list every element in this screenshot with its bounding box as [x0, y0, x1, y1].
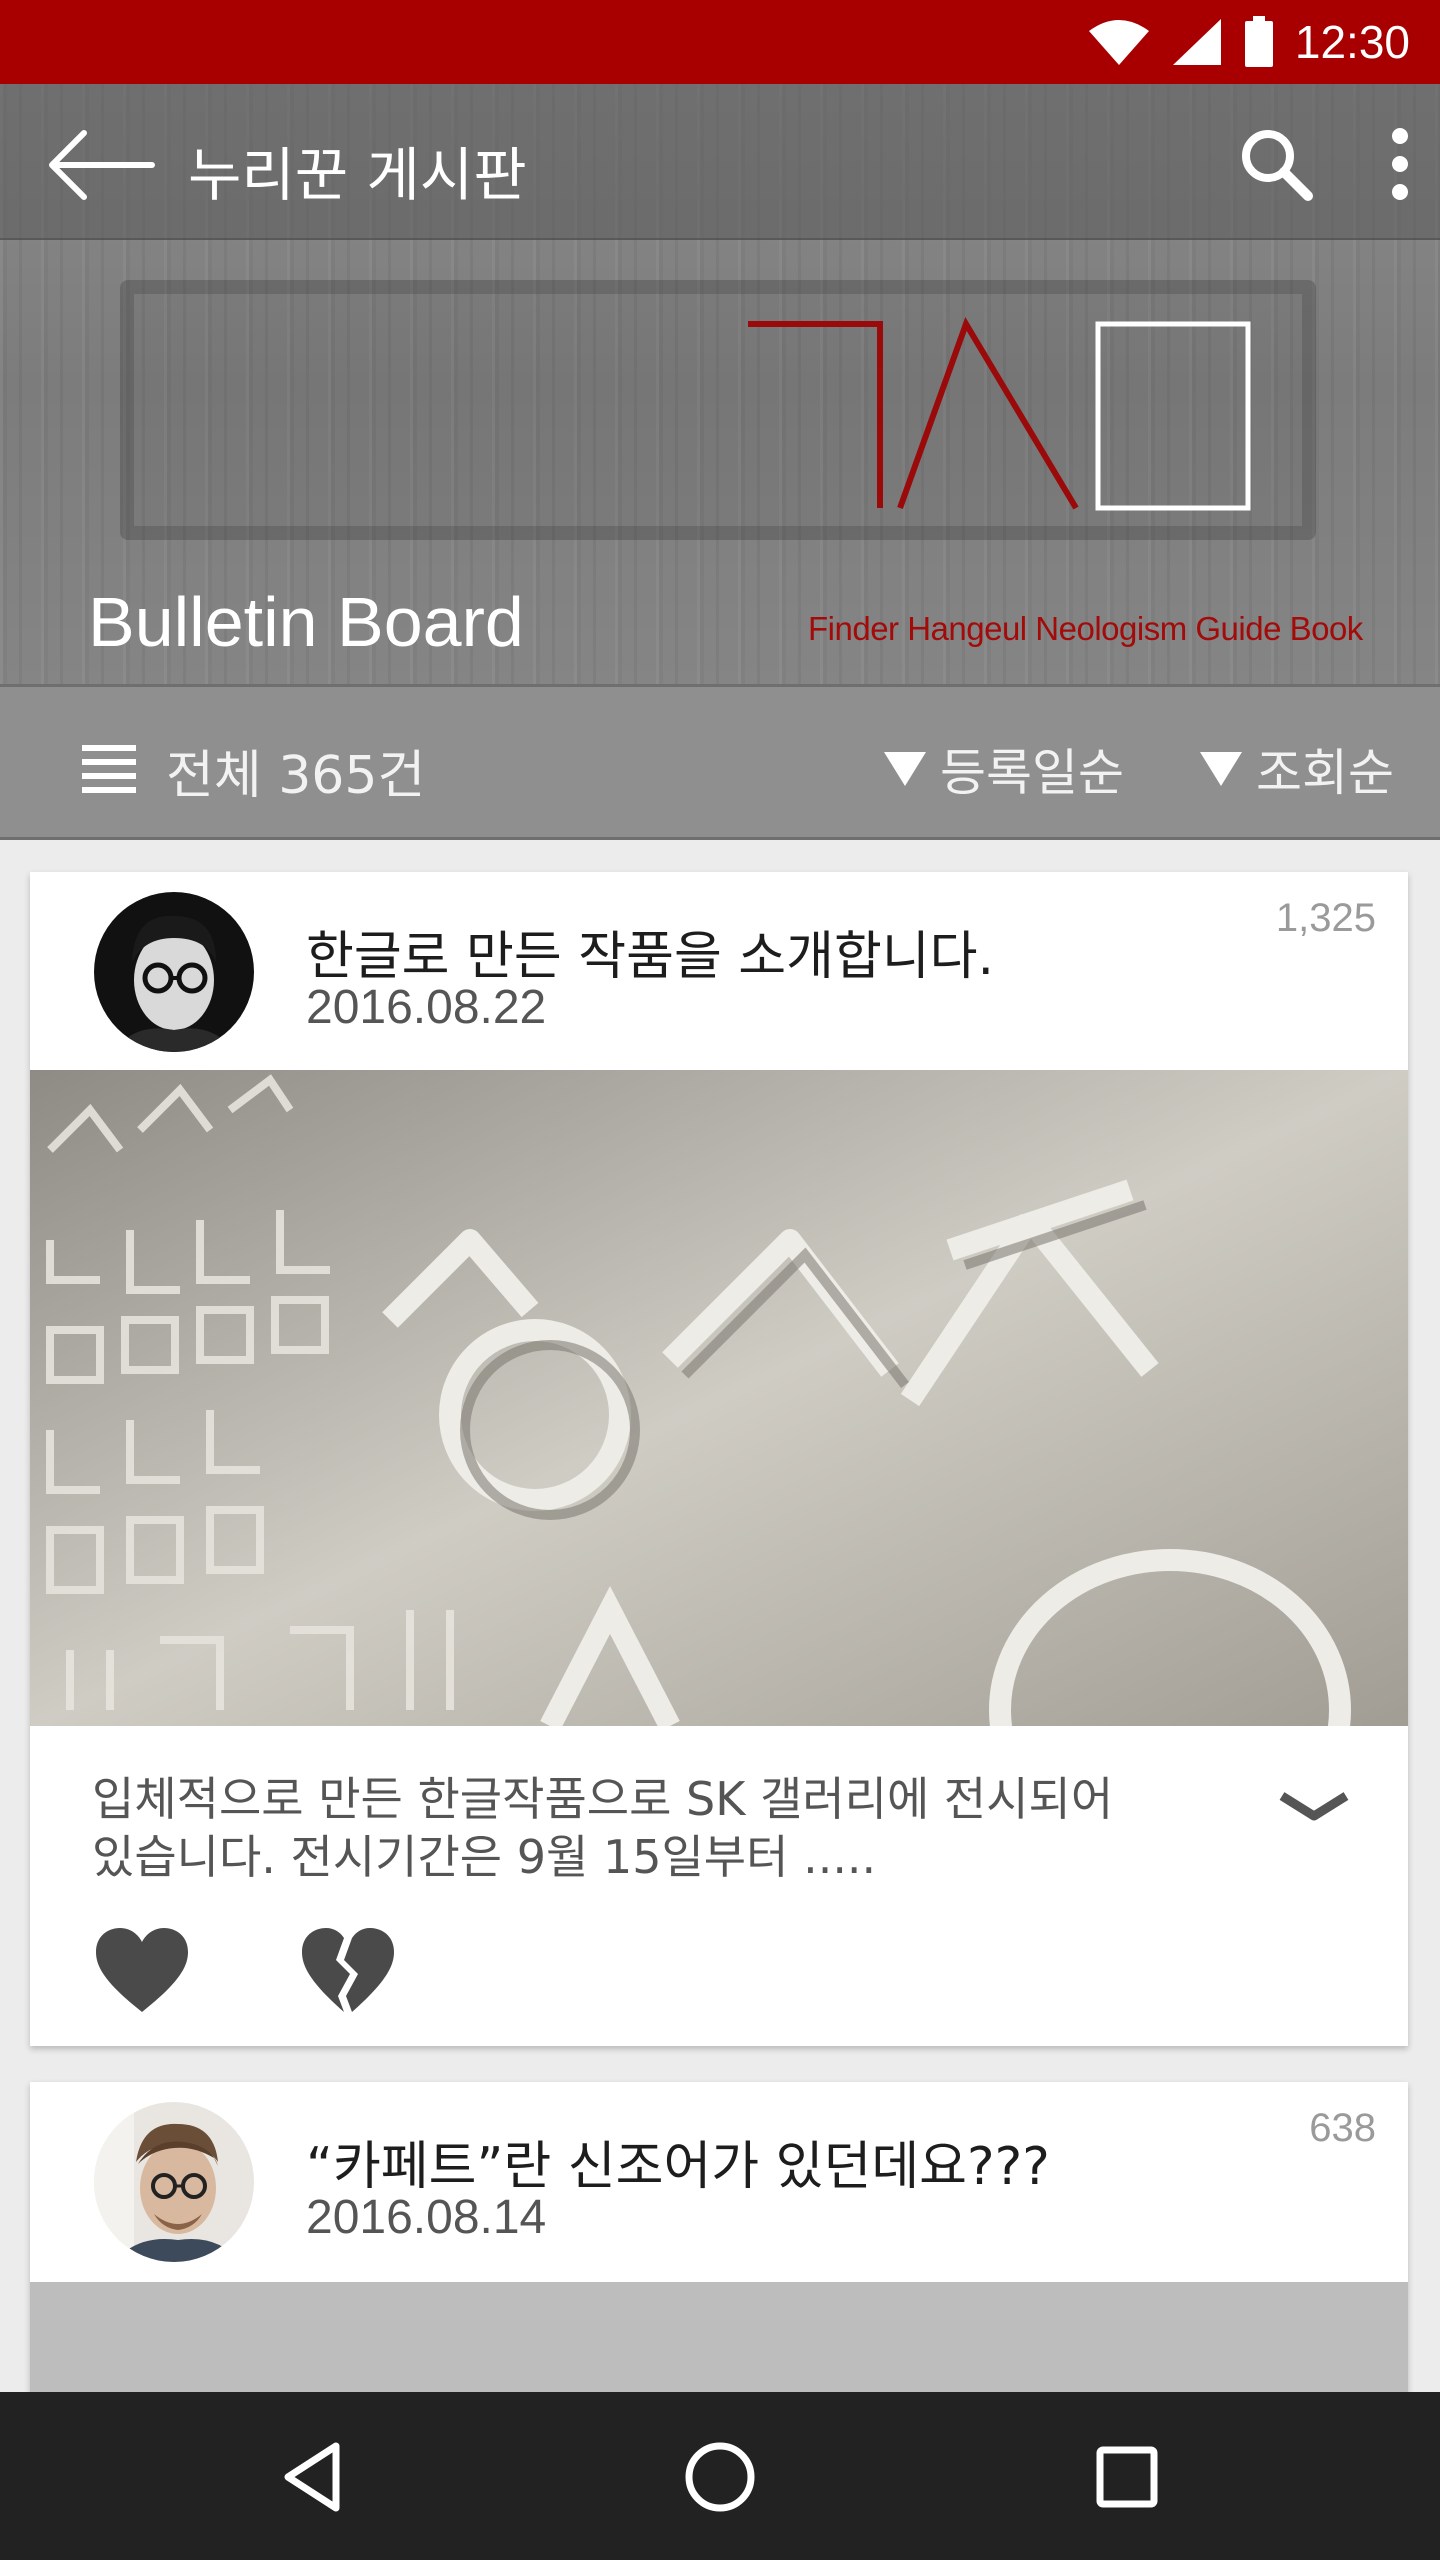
search-button[interactable] — [1236, 124, 1316, 204]
status-time: 12:30 — [1294, 16, 1410, 68]
list-icon[interactable] — [82, 743, 136, 793]
post-excerpt: 입체적으로 만든 한글작품으로 SK 갤러리에 전시되어 있습니다. 전시기간은… — [92, 1770, 1232, 1886]
back-triangle-icon — [284, 2442, 340, 2512]
avatar[interactable] — [94, 2102, 254, 2262]
nav-back-button[interactable] — [270, 2432, 360, 2522]
author-photo — [94, 2102, 254, 2262]
system-nav-bar — [0, 2392, 1440, 2560]
sort-by-views-label: 조회순 — [1256, 744, 1394, 802]
heart-icon — [96, 1928, 188, 2012]
expand-button[interactable] — [1274, 1782, 1354, 1832]
app-toolbar: 누리꾼 게시판 — [0, 84, 1440, 240]
nav-home-button[interactable] — [675, 2432, 765, 2522]
hangeul-logo-mark — [748, 317, 1251, 511]
status-bar: 12:30 — [0, 0, 1440, 84]
sort-by-date-label: 등록일순 — [940, 744, 1124, 802]
author-photo — [94, 892, 254, 1052]
signal-icon — [1172, 19, 1221, 65]
header-banner: 누리꾼 게시판 Bulletin Board Finder Hangeul Ne… — [0, 84, 1440, 684]
battery-icon — [1244, 16, 1273, 67]
home-circle-icon — [685, 2442, 755, 2512]
post-excerpt-line: 있습니다. 전시기간은 9월 15일부터 ..... — [92, 1830, 877, 1884]
post-image[interactable] — [30, 1070, 1408, 1726]
broken-heart-icon — [302, 1928, 394, 2012]
post-title[interactable]: “카페트”란 신조어가 있던데요??? — [306, 2124, 1050, 2199]
more-vert-icon — [1392, 128, 1408, 200]
sort-by-views-button[interactable]: 조회순 — [1200, 733, 1394, 805]
banner-subtitle: Finder Hangeul Neologism Guide Book — [808, 610, 1363, 647]
view-count: 1,325 — [1275, 896, 1376, 940]
post-date: 2016.08.14 — [306, 2191, 547, 2244]
banner-title: Bulletin Board — [88, 583, 524, 661]
sort-triangle-icon — [884, 752, 926, 786]
post-excerpt-line: 입체적으로 만든 한글작품으로 SK 갤러리에 전시되어 — [92, 1772, 1114, 1826]
search-icon — [1242, 130, 1313, 201]
recents-square-icon — [1096, 2446, 1158, 2508]
sort-by-date-button[interactable]: 등록일순 — [884, 733, 1124, 805]
back-button[interactable] — [46, 130, 156, 200]
chevron-down-icon — [1279, 1792, 1349, 1821]
sort-triangle-icon — [1200, 752, 1242, 786]
avatar[interactable] — [94, 892, 254, 1052]
like-button[interactable] — [94, 1926, 190, 2016]
post-title[interactable]: 한글로 만든 작품을 소개합니다. — [306, 914, 994, 989]
view-count: 638 — [1309, 2106, 1376, 2150]
post-card[interactable]: 한글로 만든 작품을 소개합니다. 2016.08.22 1,325 입체적으로… — [30, 872, 1408, 2046]
post-date: 2016.08.22 — [306, 981, 547, 1034]
more-options-button[interactable] — [1380, 124, 1420, 204]
back-arrow-icon — [49, 130, 155, 200]
wifi-icon — [1088, 20, 1149, 65]
dislike-button[interactable] — [300, 1926, 396, 2016]
filter-bar: 전체 365건 등록일순 조회순 — [0, 684, 1440, 840]
hangeul-sculpture-photo — [30, 1070, 1408, 1726]
total-post-count: 전체 365건 — [166, 746, 426, 806]
page-title: 누리꾼 게시판 — [188, 141, 527, 209]
nav-recents-button[interactable] — [1082, 2432, 1172, 2522]
